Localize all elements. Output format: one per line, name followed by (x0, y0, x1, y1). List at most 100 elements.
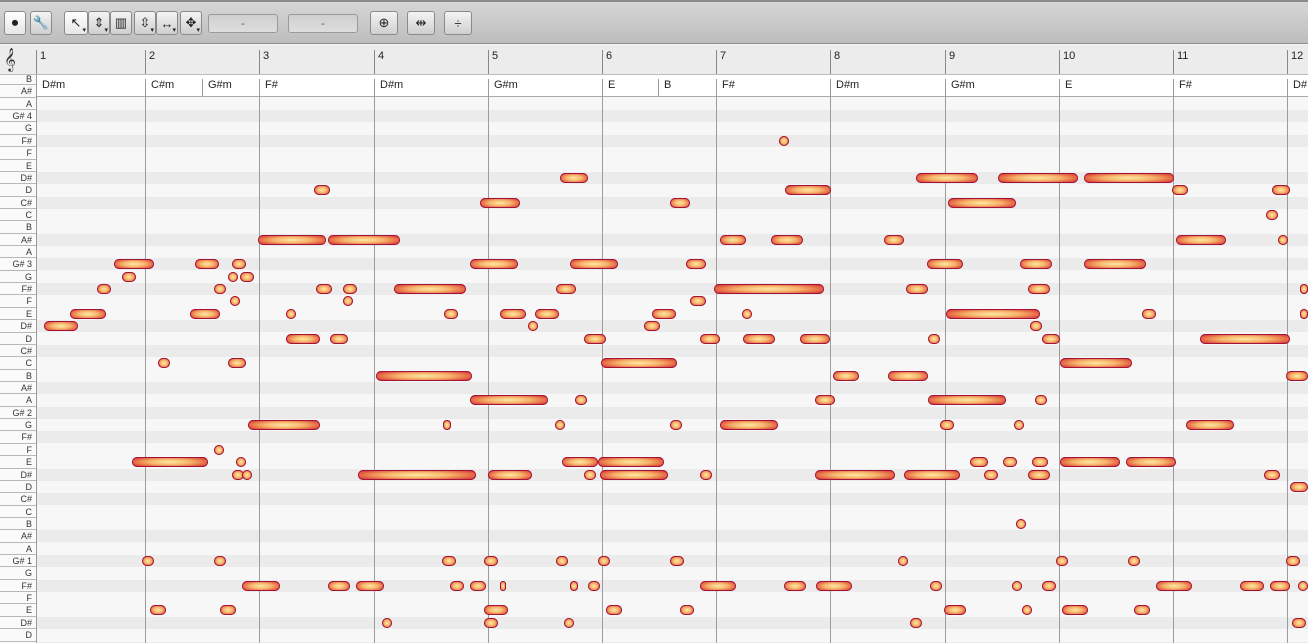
note-blob[interactable] (328, 234, 400, 245)
note-blob[interactable] (904, 469, 960, 480)
note-blob[interactable] (1028, 284, 1050, 295)
note-blob[interactable] (928, 333, 940, 344)
note-blob[interactable] (910, 617, 922, 628)
note-blob[interactable] (1270, 580, 1290, 591)
note-blob[interactable] (670, 197, 690, 208)
chord-label[interactable]: D#m (830, 79, 859, 97)
chord-label[interactable]: F# (1173, 79, 1192, 97)
note-blob[interactable] (816, 580, 852, 591)
note-blob[interactable] (948, 197, 1016, 208)
note-blob[interactable] (1020, 259, 1052, 270)
note-blob[interactable] (815, 395, 835, 406)
note-blob[interactable] (1186, 420, 1234, 431)
note-blob[interactable] (1035, 395, 1047, 406)
note-blob[interactable] (1012, 580, 1022, 591)
note-blob[interactable] (1084, 172, 1174, 183)
note-blob[interactable] (916, 172, 978, 183)
note-blob[interactable] (376, 370, 472, 381)
formant-tool-button[interactable]: ▥ (110, 11, 132, 35)
chord-label[interactable]: G#m (488, 79, 518, 97)
note-blob[interactable] (779, 135, 789, 146)
note-blob[interactable] (1278, 234, 1288, 245)
note-blob[interactable] (343, 296, 353, 307)
note-blob[interactable] (584, 469, 596, 480)
time-tool-button[interactable]: ↔ ▾ (156, 11, 178, 35)
note-blob[interactable] (644, 321, 660, 332)
note-blob[interactable] (600, 469, 668, 480)
note-blob[interactable] (984, 469, 998, 480)
note-blob[interactable] (785, 185, 831, 196)
chord-label[interactable]: G#m (202, 79, 232, 97)
amplitude-tool-button[interactable]: ⇳ ▾ (134, 11, 156, 35)
note-blob[interactable] (1128, 556, 1140, 567)
note-blob[interactable] (720, 234, 746, 245)
chord-label[interactable]: G#m (945, 79, 975, 97)
note-blob[interactable] (470, 259, 518, 270)
note-blob[interactable] (570, 580, 578, 591)
note-blob[interactable] (214, 284, 226, 295)
note-blob[interactable] (150, 605, 166, 616)
chord-label[interactable]: E (602, 79, 615, 97)
note-blob[interactable] (214, 444, 224, 455)
note-blob[interactable] (500, 580, 506, 591)
note-blob[interactable] (1016, 518, 1026, 529)
note-blob[interactable] (998, 172, 1078, 183)
note-blob[interactable] (1032, 457, 1048, 468)
time-value-field[interactable]: - (288, 14, 358, 33)
note-blob[interactable] (670, 420, 682, 431)
note-blob[interactable] (97, 284, 111, 295)
note-blob[interactable] (1298, 580, 1308, 591)
quantize-time-button[interactable]: ⇹ (407, 11, 435, 35)
note-blob[interactable] (480, 197, 520, 208)
chord-label[interactable]: D#m (374, 79, 403, 97)
note-blob[interactable] (394, 284, 466, 295)
note-blob[interactable] (930, 580, 942, 591)
timeline-ruler[interactable]: 1 2 3 4 5 6 7 8 9 10 11 12 (0, 45, 1308, 75)
note-blob[interactable] (606, 605, 622, 616)
note-blob[interactable] (680, 605, 694, 616)
note-blob[interactable] (1030, 321, 1042, 332)
note-blob[interactable] (742, 308, 752, 319)
note-blob[interactable] (1003, 457, 1017, 468)
chord-label[interactable]: D#m (36, 79, 65, 97)
note-blob[interactable] (1142, 308, 1156, 319)
note-blob[interactable] (833, 370, 859, 381)
note-blob[interactable] (1286, 370, 1308, 381)
note-blob[interactable] (248, 420, 320, 431)
note-blob[interactable] (1062, 605, 1088, 616)
note-blob[interactable] (970, 457, 988, 468)
note-blob[interactable] (195, 259, 219, 270)
note-blob[interactable] (1240, 580, 1264, 591)
note-blob[interactable] (575, 395, 587, 406)
note-blob[interactable] (720, 420, 778, 431)
note-blob[interactable] (1060, 457, 1120, 468)
note-blob[interactable] (230, 296, 240, 307)
note-blob[interactable] (898, 556, 908, 567)
note-blob[interactable] (214, 556, 226, 567)
note-blob[interactable] (564, 617, 574, 628)
note-blob[interactable] (286, 308, 296, 319)
note-blob[interactable] (450, 580, 464, 591)
note-blob[interactable] (330, 333, 348, 344)
note-blob[interactable] (1292, 617, 1306, 628)
note-blob[interactable] (1084, 259, 1146, 270)
note-blob[interactable] (700, 469, 712, 480)
note-blob[interactable] (158, 358, 170, 369)
chord-label[interactable]: E (1059, 79, 1072, 97)
note-blob[interactable] (601, 358, 677, 369)
note-blob[interactable] (588, 580, 600, 591)
note-blob[interactable] (598, 556, 610, 567)
note-blob[interactable] (884, 234, 904, 245)
note-blob[interactable] (771, 234, 803, 245)
note-blob[interactable] (535, 308, 559, 319)
note-blob[interactable] (1272, 185, 1290, 196)
note-blob[interactable] (598, 457, 664, 468)
note-blob[interactable] (906, 284, 928, 295)
note-blob[interactable] (258, 234, 326, 245)
note-blob[interactable] (940, 420, 954, 431)
note-blob[interactable] (1300, 284, 1308, 295)
note-blob[interactable] (784, 580, 806, 591)
note-blob[interactable] (1042, 580, 1056, 591)
note-blob[interactable] (1290, 481, 1308, 492)
note-blob[interactable] (1126, 457, 1176, 468)
